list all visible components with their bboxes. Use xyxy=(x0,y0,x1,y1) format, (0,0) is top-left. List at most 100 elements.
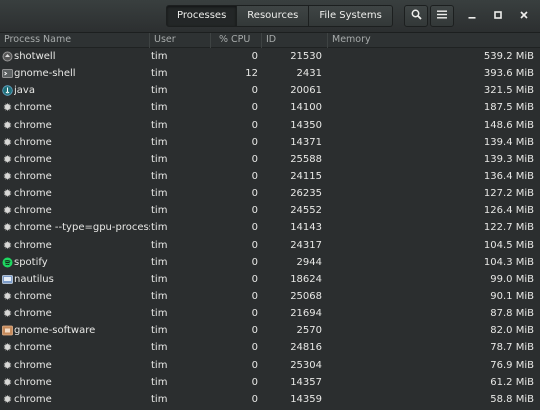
table-row[interactable]: ✹chrome --type=gpu-process --ctim 0 14143 1… xyxy=(0,219,540,236)
id-cell: 14371 xyxy=(290,136,322,148)
id-cell: 25588 xyxy=(290,153,322,165)
close-button[interactable] xyxy=(513,5,535,27)
cpu-cell: 0 xyxy=(251,256,258,268)
process-name-cell: chrome xyxy=(14,102,52,114)
id-cell: 14357 xyxy=(290,376,322,388)
column-user[interactable]: User xyxy=(149,33,210,48)
cpu-cell: 0 xyxy=(251,222,258,234)
chrome-icon: ✹ xyxy=(2,187,13,201)
table-row[interactable]: java tim 0 20061 321.5 MiB xyxy=(0,82,540,99)
memory-cell: 58.8 MiB xyxy=(490,393,534,405)
process-name-cell: shotwell xyxy=(14,51,56,62)
table-row[interactable]: ✹ chrome tim 0 25588 139.3 MiB xyxy=(0,151,540,168)
table-row[interactable]: spotify tim 0 2944 104.3 MiB xyxy=(0,254,540,271)
id-cell: 20061 xyxy=(290,85,322,97)
column-id[interactable]: ID xyxy=(261,33,327,48)
user-cell: tim xyxy=(151,239,168,251)
table-row[interactable]: ✹ chrome tim 0 14359 58.8 MiB xyxy=(0,391,540,408)
table-row[interactable]: ✹ chrome tim 0 14100 187.5 MiB xyxy=(0,99,540,116)
minimize-button[interactable] xyxy=(461,5,483,27)
table-row[interactable]: ✹ chrome tim 0 14371 139.4 MiB xyxy=(0,134,540,151)
cpu-cell: 0 xyxy=(251,136,258,148)
memory-cell: 87.8 MiB xyxy=(490,308,534,320)
column-memory[interactable]: Memory xyxy=(327,33,540,48)
memory-cell: 78.7 MiB xyxy=(490,342,534,354)
table-row[interactable]: ✹ chrome tim 0 24816 78.7 MiB xyxy=(0,339,540,356)
user-cell: tim xyxy=(151,85,168,97)
process-name-cell: gnome-shell xyxy=(14,68,76,80)
process-name-cell: chrome xyxy=(14,359,52,371)
table-row[interactable]: ✹ chrome tim 0 24115 136.4 MiB xyxy=(0,168,540,185)
process-list: shotwell tim 0 21530 539.2 MiB gnome-shell tim… xyxy=(0,48,540,408)
shotwell-icon xyxy=(2,51,13,62)
process-name-cell: chrome xyxy=(14,119,52,131)
menu-icon xyxy=(437,10,447,22)
spotify-icon xyxy=(2,257,13,268)
table-row[interactable]: gnome-software tim 0 2570 82.0 MiB xyxy=(0,322,540,339)
table-row[interactable]: ✹ chrome tim 0 25068 90.1 MiB xyxy=(0,288,540,305)
table-row[interactable]: shotwell tim 0 21530 539.2 MiB xyxy=(0,48,540,65)
id-cell: 21530 xyxy=(290,51,322,62)
user-cell: tim xyxy=(151,325,168,337)
memory-cell: 90.1 MiB xyxy=(490,290,534,302)
id-cell: 2944 xyxy=(296,256,322,268)
maximize-button[interactable] xyxy=(487,5,509,27)
user-cell: tim xyxy=(151,153,168,165)
process-name-cell: chrome xyxy=(14,239,52,251)
chrome-icon: ✹ xyxy=(2,152,13,166)
user-cell: tim xyxy=(151,119,168,131)
process-name-cell: spotify xyxy=(14,256,48,268)
memory-cell: 187.5 MiB xyxy=(483,102,534,114)
chrome-icon: ✹ xyxy=(2,221,13,235)
memory-cell: 136.4 MiB xyxy=(483,170,534,182)
table-row[interactable]: nautilus tim 0 18624 99.0 MiB xyxy=(0,271,540,288)
tab-processes[interactable]: Processes xyxy=(166,5,238,27)
user-cell: tim xyxy=(151,376,168,388)
table-row[interactable]: ✹ chrome tim 0 21694 87.8 MiB xyxy=(0,305,540,322)
cpu-cell: 0 xyxy=(251,290,258,302)
id-cell: 24317 xyxy=(290,239,322,251)
search-button[interactable] xyxy=(404,5,428,27)
process-name-cell: chrome xyxy=(14,290,52,302)
id-cell: 25068 xyxy=(290,290,322,302)
user-cell: tim xyxy=(151,102,168,114)
tab-file-systems[interactable]: File Systems xyxy=(309,5,393,27)
column-header-row: Process Name User % CPU ID Memory xyxy=(0,33,540,48)
id-cell: 2570 xyxy=(296,325,322,337)
id-cell: 14143 xyxy=(290,222,322,234)
id-cell: 24115 xyxy=(290,170,322,182)
id-cell: 24552 xyxy=(290,205,322,217)
close-icon xyxy=(520,10,528,22)
cpu-cell: 0 xyxy=(251,273,258,285)
cpu-cell: 0 xyxy=(251,359,258,371)
table-row[interactable]: gnome-shell tim 12 2431 393.6 MiB xyxy=(0,65,540,82)
cpu-cell: 0 xyxy=(251,239,258,251)
memory-cell: 104.3 MiB xyxy=(483,256,534,268)
table-row[interactable]: ✹ chrome tim 0 24552 126.4 MiB xyxy=(0,202,540,219)
cpu-cell: 0 xyxy=(251,308,258,320)
table-row[interactable]: ✹ chrome tim 0 24317 104.5 MiB xyxy=(0,237,540,254)
memory-cell: 126.4 MiB xyxy=(483,205,534,217)
id-cell: 14350 xyxy=(290,119,322,131)
process-name-cell: chrome xyxy=(14,188,52,200)
cpu-cell: 0 xyxy=(251,205,258,217)
menu-button[interactable] xyxy=(430,5,454,27)
gnome-software-icon xyxy=(2,325,13,336)
table-row[interactable]: ✹ chrome tim 0 14350 148.6 MiB xyxy=(0,117,540,134)
table-row[interactable]: ✹ chrome tim 0 14357 61.2 MiB xyxy=(0,374,540,391)
user-cell: tim xyxy=(151,342,168,354)
table-row[interactable]: ✹ chrome tim 0 26235 127.2 MiB xyxy=(0,185,540,202)
memory-cell: 139.3 MiB xyxy=(483,153,534,165)
column-process-name[interactable]: Process Name xyxy=(0,33,149,48)
cpu-cell: 0 xyxy=(251,85,258,97)
chrome-icon: ✹ xyxy=(2,392,13,406)
user-cell: tim xyxy=(151,359,168,371)
user-cell: tim xyxy=(151,256,168,268)
cpu-cell: 0 xyxy=(251,188,258,200)
table-row[interactable]: ✹ chrome tim 0 25304 76.9 MiB xyxy=(0,357,540,374)
column-cpu[interactable]: % CPU xyxy=(210,33,261,48)
process-name-cell: chrome xyxy=(14,205,52,217)
cpu-cell: 0 xyxy=(251,325,258,337)
tab-resources[interactable]: Resources xyxy=(237,5,310,27)
id-cell: 24816 xyxy=(290,342,322,354)
